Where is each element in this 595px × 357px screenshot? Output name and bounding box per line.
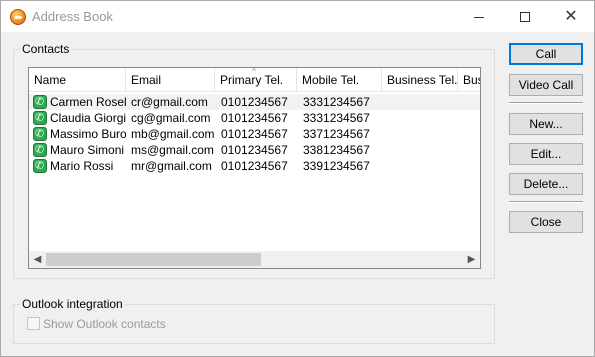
scrollbar-thumb[interactable]: [46, 253, 261, 266]
contacts-list[interactable]: Name Email Primary Tel. Mobile Tel. Busi…: [28, 67, 481, 269]
table-row[interactable]: Claudia Giorgi cg@gmail.com 0101234567 3…: [29, 110, 480, 126]
table-row[interactable]: Carmen Rosella cr@gmail.com 0101234567 3…: [29, 94, 480, 110]
contacts-group-label: Contacts: [20, 42, 72, 56]
close-button[interactable]: Close: [509, 211, 583, 233]
cell-name: Mario Rossi: [50, 159, 114, 173]
button-separator: [509, 102, 583, 104]
maximize-icon: [520, 12, 530, 23]
column-header-primary-tel[interactable]: Primary Tel.: [215, 68, 297, 92]
cell-mobile-tel: 3391234567: [303, 159, 370, 173]
cell-email: cg@gmail.com: [131, 111, 211, 125]
cell-email: mb@gmail.com: [131, 127, 215, 141]
column-header-business-2[interactable]: Bus: [458, 68, 480, 92]
cell-primary-tel: 0101234567: [221, 143, 288, 157]
cell-primary-tel: 0101234567: [221, 111, 288, 125]
cell-primary-tel: 0101234567: [221, 127, 288, 141]
column-header-name[interactable]: Name: [29, 68, 126, 92]
delete-contact-button[interactable]: Delete...: [509, 173, 583, 195]
scroll-right-icon[interactable]: ▶: [463, 251, 480, 268]
button-separator: [509, 201, 583, 203]
phone-icon: [33, 94, 47, 110]
list-header: Name Email Primary Tel. Mobile Tel. Busi…: [29, 68, 480, 92]
edit-contact-button[interactable]: Edit...: [509, 143, 583, 165]
horizontal-scrollbar[interactable]: ◀ ▶: [29, 251, 480, 268]
cell-mobile-tel: 3381234567: [303, 143, 370, 157]
cell-mobile-tel: 3371234567: [303, 127, 370, 141]
cell-mobile-tel: 3331234567: [303, 111, 370, 125]
close-window-button[interactable]: ✕: [548, 1, 594, 32]
address-book-window: Address Book ✕ Contacts Name Email Prima…: [0, 0, 595, 357]
table-row[interactable]: Mauro Simoni ms@gmail.com 0101234567 338…: [29, 142, 480, 158]
scroll-left-icon[interactable]: ◀: [29, 251, 46, 268]
cell-name: Carmen Rosella: [50, 95, 126, 109]
show-outlook-contacts-checkbox[interactable]: [27, 317, 40, 330]
minimize-icon: [474, 16, 484, 18]
title-bar[interactable]: Address Book ✕: [1, 1, 594, 32]
close-icon: ✕: [564, 8, 578, 25]
cell-name: Massimo Buroni: [50, 127, 126, 141]
table-row[interactable]: Mario Rossi mr@gmail.com 0101234567 3391…: [29, 158, 480, 174]
call-button[interactable]: Call: [509, 43, 583, 65]
minimize-button[interactable]: [456, 1, 502, 32]
sort-indicator-icon: ^: [252, 67, 256, 76]
cell-email: cr@gmail.com: [131, 95, 208, 109]
new-contact-button[interactable]: New...: [509, 113, 583, 135]
cell-primary-tel: 0101234567: [221, 95, 288, 109]
maximize-button[interactable]: [502, 1, 548, 32]
phone-icon: [33, 110, 47, 126]
column-header-mobile-tel[interactable]: Mobile Tel.: [297, 68, 382, 92]
address-book-icon: [10, 9, 26, 25]
show-outlook-contacts-label: Show Outlook contacts: [43, 317, 166, 331]
phone-icon: [33, 158, 47, 174]
column-header-business-tel[interactable]: Business Tel.: [382, 68, 458, 92]
table-row[interactable]: Massimo Buroni mb@gmail.com 0101234567 3…: [29, 126, 480, 142]
cell-mobile-tel: 3331234567: [303, 95, 370, 109]
outlook-group-label: Outlook integration: [20, 297, 125, 311]
cell-email: ms@gmail.com: [131, 143, 214, 157]
cell-primary-tel: 0101234567: [221, 159, 288, 173]
cell-name: Mauro Simoni: [50, 143, 125, 157]
cell-name: Claudia Giorgi: [50, 111, 126, 125]
cell-email: mr@gmail.com: [131, 159, 212, 173]
window-title: Address Book: [32, 9, 113, 24]
column-header-email[interactable]: Email: [126, 68, 215, 92]
phone-icon: [33, 142, 47, 158]
phone-icon: [33, 126, 47, 142]
video-call-button[interactable]: Video Call: [509, 74, 583, 96]
